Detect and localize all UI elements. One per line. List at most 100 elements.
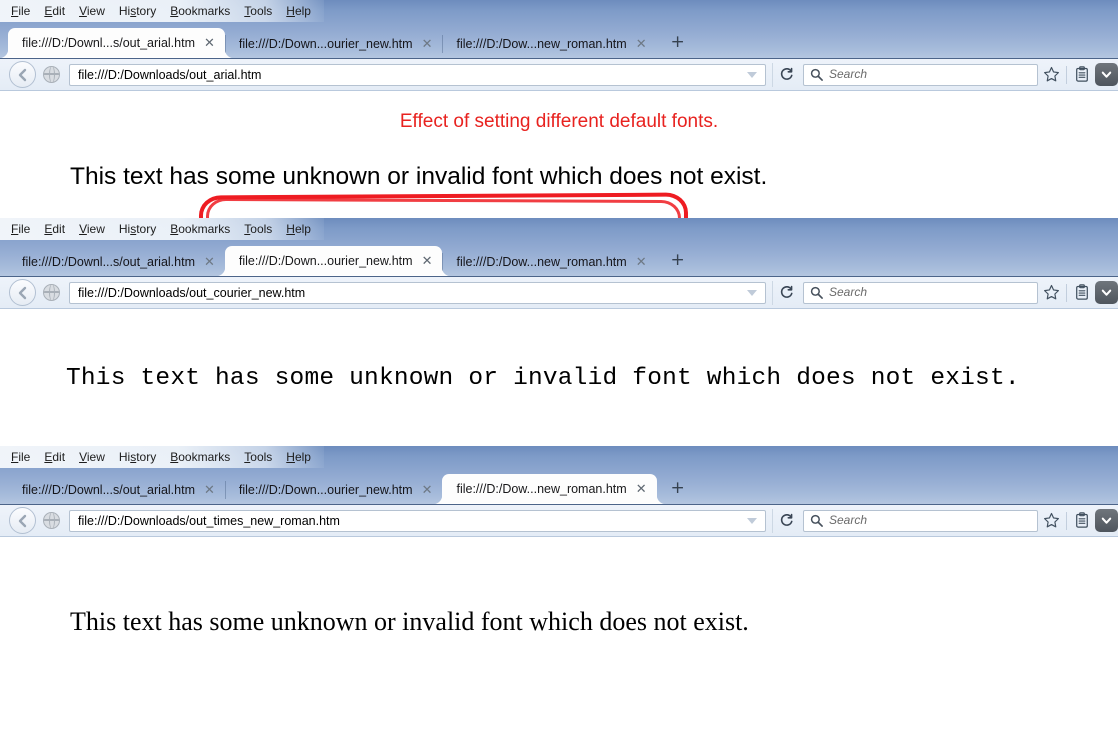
- close-icon[interactable]: ✕: [636, 484, 647, 495]
- chevron-down-icon[interactable]: [747, 518, 757, 524]
- toolbar-separator: [1066, 66, 1067, 84]
- menu-item-file[interactable]: File: [4, 2, 37, 20]
- menu-item-tools[interactable]: Tools: [237, 2, 279, 20]
- clipboard-icon: [1074, 66, 1090, 83]
- reading-list-button[interactable]: [1069, 508, 1095, 534]
- menu-item-view[interactable]: View: [72, 220, 112, 238]
- menu-item-edit[interactable]: Edit: [37, 2, 72, 20]
- menu-item-edit[interactable]: Edit: [37, 220, 72, 238]
- app-menu-button[interactable]: [1095, 509, 1118, 532]
- tab-out-times-new-roman[interactable]: file:///D:/Dow...new_roman.htm ✕: [442, 30, 656, 58]
- page-content-3: This text has some unknown or invalid fo…: [0, 537, 1118, 737]
- new-tab-button[interactable]: +: [667, 478, 689, 498]
- back-button[interactable]: [9, 61, 36, 88]
- close-icon[interactable]: ✕: [636, 257, 647, 268]
- tab-out-times-new-roman[interactable]: file:///D:/Dow...new_roman.htm ✕: [442, 248, 656, 276]
- title-bar: File Edit View History Bookmarks Tools H…: [0, 446, 1118, 505]
- menu-item-view[interactable]: View: [72, 2, 112, 20]
- close-icon[interactable]: ✕: [422, 256, 433, 267]
- close-icon[interactable]: ✕: [422, 39, 433, 50]
- tab-label: file:///D:/Downl...s/out_arial.htm: [22, 483, 195, 497]
- reload-button[interactable]: [772, 63, 799, 87]
- chevron-down-icon[interactable]: [747, 72, 757, 78]
- browser-window-2: File Edit View History Bookmarks Tools H…: [0, 218, 1118, 446]
- close-icon[interactable]: ✕: [204, 38, 215, 49]
- menu-item-history[interactable]: History: [112, 2, 163, 20]
- menu-item-history[interactable]: History: [112, 220, 163, 238]
- menu-item-history[interactable]: History: [112, 448, 163, 466]
- arrow-left-icon: [16, 68, 30, 82]
- menu-item-help[interactable]: Help: [279, 448, 318, 466]
- menu-item-view[interactable]: View: [72, 448, 112, 466]
- app-menu-button[interactable]: [1095, 281, 1118, 304]
- heading-wrapper: Effect of setting different default font…: [0, 91, 1118, 139]
- app-menu-button[interactable]: [1095, 63, 1118, 86]
- tab-out-courier-new[interactable]: file:///D:/Down...ourier_new.htm ✕: [225, 246, 443, 276]
- browser-window-1: File Edit View History Bookmarks Tools H…: [0, 0, 1118, 218]
- menu-item-edit[interactable]: Edit: [37, 448, 72, 466]
- star-icon: [1043, 512, 1060, 529]
- reload-icon: [779, 285, 794, 300]
- new-tab-button[interactable]: +: [667, 250, 689, 270]
- chevron-down-icon: [1100, 68, 1113, 81]
- reading-list-button[interactable]: [1069, 280, 1095, 306]
- search-box[interactable]: Search: [803, 64, 1038, 86]
- reload-button[interactable]: [772, 281, 799, 305]
- menu-item-file[interactable]: File: [4, 448, 37, 466]
- title-bar: File Edit View History Bookmarks Tools H…: [0, 0, 1118, 59]
- tab-label: file:///D:/Dow...new_roman.htm: [456, 37, 626, 51]
- navigation-toolbar: file:///D:/Downloads/out_arial.htm Searc…: [0, 59, 1118, 91]
- menu-item-bookmarks[interactable]: Bookmarks: [163, 2, 237, 20]
- close-icon[interactable]: ✕: [422, 485, 433, 496]
- chevron-down-icon[interactable]: [747, 290, 757, 296]
- tab-out-arial[interactable]: file:///D:/Downl...s/out_arial.htm ✕: [8, 28, 225, 58]
- search-icon: [810, 514, 823, 527]
- menu-item-file[interactable]: File: [4, 220, 37, 238]
- close-icon[interactable]: ✕: [204, 485, 215, 496]
- menu-bar: File Edit View History Bookmarks Tools H…: [0, 0, 324, 22]
- tab-out-arial[interactable]: file:///D:/Downl...s/out_arial.htm ✕: [8, 248, 225, 276]
- bookmark-star-button[interactable]: [1038, 62, 1064, 88]
- navigation-toolbar: file:///D:/Downloads/out_times_new_roman…: [0, 505, 1118, 537]
- chevron-down-icon: [1100, 286, 1113, 299]
- forward-button[interactable]: [39, 281, 63, 305]
- back-button[interactable]: [9, 279, 36, 306]
- url-bar[interactable]: file:///D:/Downloads/out_courier_new.htm: [69, 282, 766, 304]
- menu-bar: File Edit View History Bookmarks Tools H…: [0, 446, 324, 468]
- bookmark-star-button[interactable]: [1038, 280, 1064, 306]
- menu-item-tools[interactable]: Tools: [237, 220, 279, 238]
- search-box[interactable]: Search: [803, 510, 1038, 532]
- bookmark-star-button[interactable]: [1038, 508, 1064, 534]
- globe-icon: [43, 66, 60, 83]
- url-bar[interactable]: file:///D:/Downloads/out_times_new_roman…: [69, 510, 766, 532]
- menu-item-bookmarks[interactable]: Bookmarks: [163, 220, 237, 238]
- url-bar[interactable]: file:///D:/Downloads/out_arial.htm: [69, 64, 766, 86]
- close-icon[interactable]: ✕: [204, 257, 215, 268]
- title-bar: File Edit View History Bookmarks Tools H…: [0, 218, 1118, 277]
- tab-out-courier-new[interactable]: file:///D:/Down...ourier_new.htm ✕: [225, 30, 443, 58]
- menu-bar: File Edit View History Bookmarks Tools H…: [0, 218, 324, 240]
- url-text: file:///D:/Downloads/out_arial.htm: [78, 67, 747, 83]
- menu-item-tools[interactable]: Tools: [237, 448, 279, 466]
- menu-item-bookmarks[interactable]: Bookmarks: [163, 448, 237, 466]
- reading-list-button[interactable]: [1069, 62, 1095, 88]
- tab-strip: file:///D:/Downl...s/out_arial.htm ✕ fil…: [0, 468, 1118, 504]
- clipboard-icon: [1074, 512, 1090, 529]
- forward-button[interactable]: [39, 509, 63, 533]
- menu-item-help[interactable]: Help: [279, 220, 318, 238]
- tab-out-arial[interactable]: file:///D:/Downl...s/out_arial.htm ✕: [8, 476, 225, 504]
- search-box[interactable]: Search: [803, 282, 1038, 304]
- tab-out-times-new-roman[interactable]: file:///D:/Dow...new_roman.htm ✕: [442, 474, 656, 504]
- browser-window-3: File Edit View History Bookmarks Tools H…: [0, 446, 1118, 737]
- tab-out-courier-new[interactable]: file:///D:/Down...ourier_new.htm ✕: [225, 476, 443, 504]
- reload-button[interactable]: [772, 509, 799, 533]
- menu-item-help[interactable]: Help: [279, 2, 318, 20]
- tab-label: file:///D:/Down...ourier_new.htm: [239, 483, 413, 497]
- tab-label: file:///D:/Down...ourier_new.htm: [239, 254, 413, 268]
- new-tab-button[interactable]: +: [667, 32, 689, 52]
- toolbar-separator: [1066, 512, 1067, 530]
- back-button[interactable]: [9, 507, 36, 534]
- close-icon[interactable]: ✕: [636, 39, 647, 50]
- forward-button[interactable]: [39, 63, 63, 87]
- url-text: file:///D:/Downloads/out_courier_new.htm: [78, 285, 747, 301]
